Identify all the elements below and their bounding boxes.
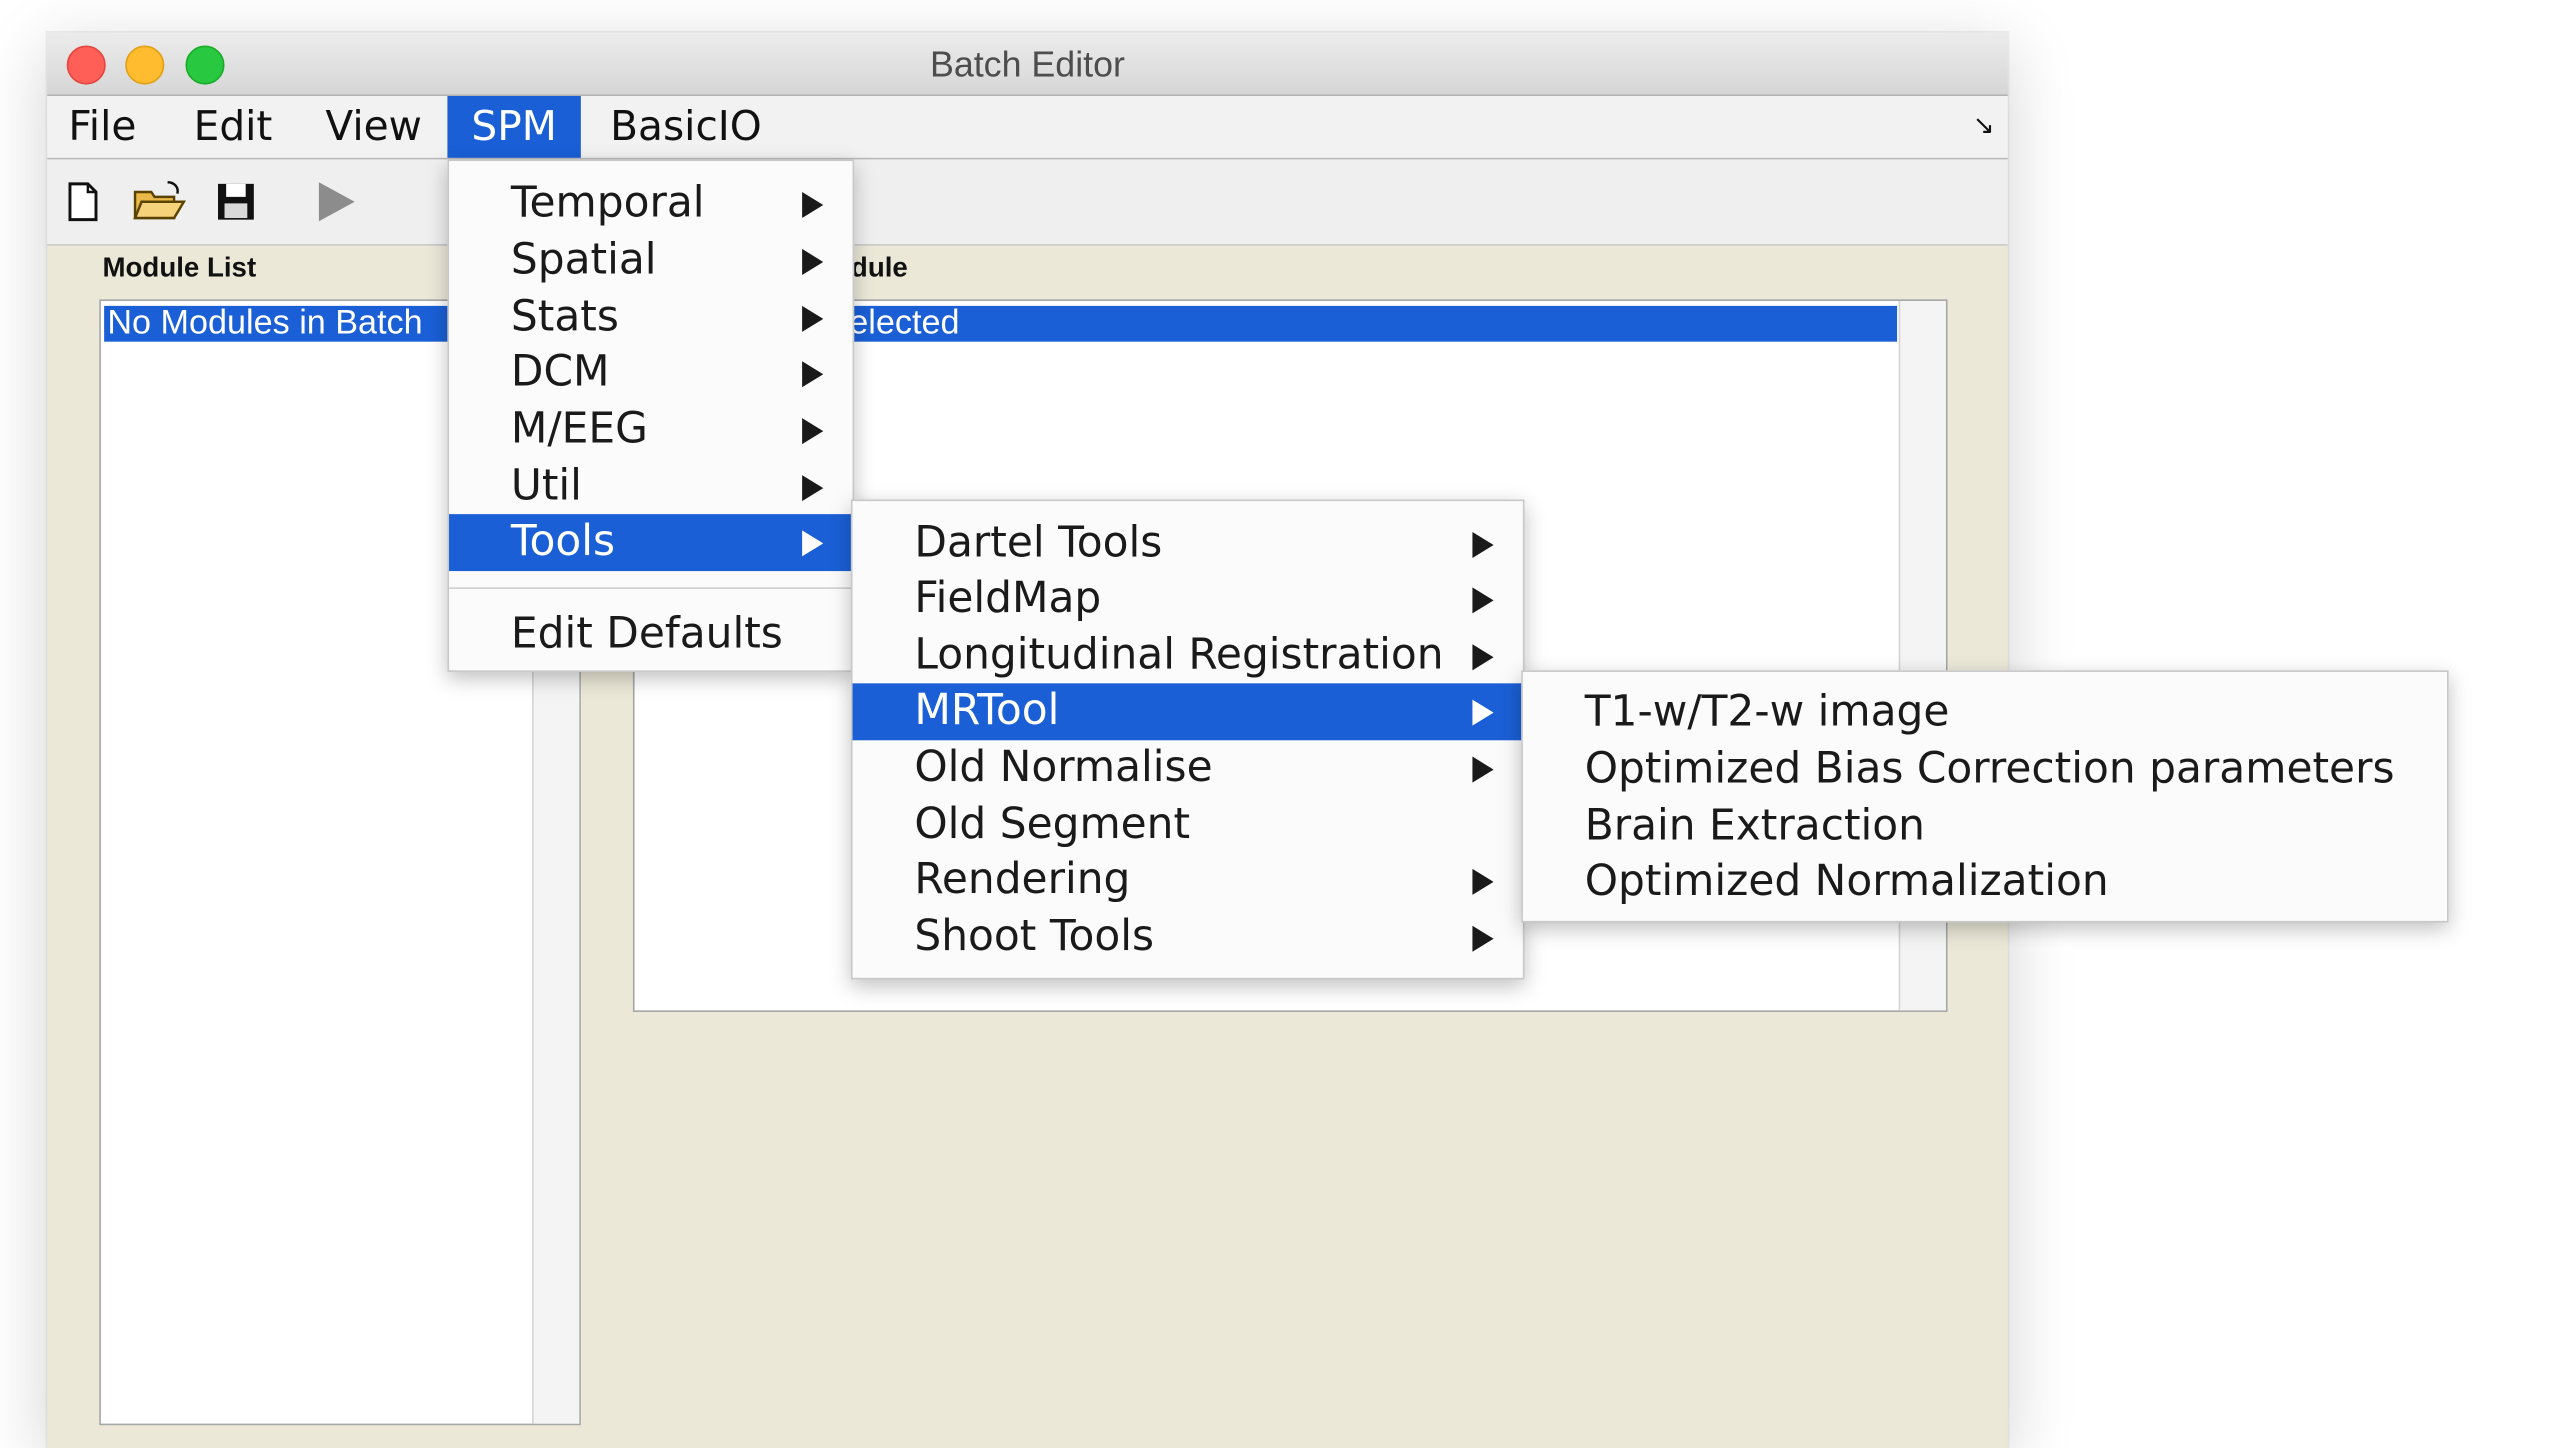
submenu-arrow-icon: [1472, 925, 1494, 952]
spm-menu-item-label: Tools: [510, 517, 616, 567]
spm-menu-item-label: Stats: [510, 292, 619, 342]
tools-item-fieldmap[interactable]: FieldMap: [853, 571, 1523, 628]
menu-spm[interactable]: SPM: [447, 95, 581, 158]
spm-menu-item-label: Util: [510, 462, 582, 511]
spm-menu-item-spatial[interactable]: Spatial: [449, 233, 852, 290]
submenu-arrow-icon: [802, 191, 824, 219]
submenu-arrow-icon: [1472, 587, 1494, 614]
submenu-arrow-icon: [802, 530, 824, 557]
resize-arrow-icon[interactable]: ↘: [1973, 109, 1995, 140]
spm-menu-item-label: DCM: [510, 348, 610, 397]
spm-menu-item-stats[interactable]: Stats: [449, 290, 852, 347]
submenu-arrow-icon: [1472, 868, 1494, 895]
title-bar[interactable]: Batch Editor: [47, 32, 2008, 96]
spm-menu-item-label: Edit Defaults: [510, 610, 783, 659]
tools-item-mrtool[interactable]: MRTool: [852, 683, 1523, 741]
submenu-arrow-icon: [802, 475, 824, 502]
submenu-arrow-icon: [802, 248, 824, 275]
run-icon[interactable]: [312, 179, 358, 225]
save-icon[interactable]: [213, 179, 259, 225]
submenu-arrow-icon: [802, 361, 824, 388]
tools-submenu: Dartel Tools FieldMap Longitudinal Regis…: [850, 499, 1525, 980]
mrtool-item-label: Optimized Normalization: [1584, 857, 2109, 907]
spm-menu-item-tools[interactable]: Tools: [449, 514, 853, 572]
menu-file[interactable]: File: [68, 96, 136, 158]
spm-menu-item-util[interactable]: Util: [449, 459, 852, 516]
tools-item-label: MRTool: [914, 686, 1060, 736]
module-list-selected-row[interactable]: No Modules in Batch: [104, 305, 453, 342]
window-title: Batch Editor: [929, 43, 1125, 85]
open-folder-icon[interactable]: [132, 179, 187, 225]
tools-item-label: Old Normalise: [914, 743, 1213, 793]
tools-item-label: Shoot Tools: [914, 912, 1155, 962]
new-file-icon[interactable]: [60, 179, 106, 225]
submenu-arrow-icon: [1472, 532, 1494, 559]
current-module-label: dule: [850, 252, 908, 284]
tools-item-shoot-tools[interactable]: Shoot Tools: [853, 909, 1523, 966]
spm-menu-item-meeg[interactable]: M/EEG: [449, 402, 852, 459]
spm-menu-item-edit-defaults[interactable]: Edit Defaults: [449, 607, 852, 664]
mrtool-item-optimized-normalization[interactable]: Optimized Normalization: [1523, 854, 2447, 911]
spm-menu-item-label: M/EEG: [510, 405, 648, 454]
spm-menu-item-dcm[interactable]: DCM: [449, 345, 852, 402]
tools-item-rendering[interactable]: Rendering: [853, 853, 1523, 910]
tools-item-label: Old Segment: [914, 800, 1191, 850]
mrtool-item-t1w-t2w-image[interactable]: T1-w/T2-w image: [1523, 685, 2447, 742]
menu-separator: [449, 587, 853, 589]
tools-item-label: Dartel Tools: [914, 519, 1163, 568]
submenu-arrow-icon: [802, 305, 824, 332]
mrtool-item-optimized-bias-correction[interactable]: Optimized Bias Correction parameters: [1523, 742, 2447, 799]
tools-item-label: Rendering: [914, 855, 1131, 905]
mrtool-item-label: Optimized Bias Correction parameters: [1584, 745, 2395, 794]
toolbar: [47, 159, 2008, 246]
tools-item-longitudinal-registration[interactable]: Longitudinal Registration: [853, 628, 1523, 685]
mrtool-item-label: Brain Extraction: [1584, 802, 1925, 851]
tools-item-old-segment[interactable]: Old Segment: [853, 797, 1523, 854]
menu-edit[interactable]: Edit: [194, 96, 273, 158]
spm-menu-item-label: Temporal: [510, 178, 705, 228]
spm-menu-item-label: Spatial: [510, 235, 657, 285]
menu-bar: File Edit View SPM BasicIO ↘: [47, 95, 2008, 160]
spm-menu: Temporal Spatial Stats DCM M/EEG Util To…: [447, 159, 855, 672]
mrtool-item-label: T1-w/T2-w image: [1584, 688, 1950, 738]
submenu-arrow-icon: [802, 418, 824, 445]
tools-item-label: Longitudinal Registration: [914, 631, 1444, 681]
submenu-arrow-icon: [1472, 699, 1494, 726]
spm-menu-item-temporal[interactable]: Temporal: [449, 176, 852, 233]
module-list-label: Module List: [102, 252, 257, 284]
tools-item-label: FieldMap: [914, 574, 1102, 624]
tools-item-dartel-tools[interactable]: Dartel Tools: [853, 516, 1523, 573]
menu-view[interactable]: View: [325, 96, 422, 158]
mrtool-submenu: T1-w/T2-w image Optimized Bias Correctio…: [1521, 670, 2449, 923]
submenu-arrow-icon: [1472, 644, 1494, 671]
current-module-selected-row[interactable]: elected: [849, 305, 1898, 342]
submenu-arrow-icon: [1472, 756, 1494, 783]
menu-basicio[interactable]: BasicIO: [610, 96, 762, 158]
mrtool-item-brain-extraction[interactable]: Brain Extraction: [1523, 799, 2447, 856]
tools-item-old-normalise[interactable]: Old Normalise: [853, 740, 1523, 797]
